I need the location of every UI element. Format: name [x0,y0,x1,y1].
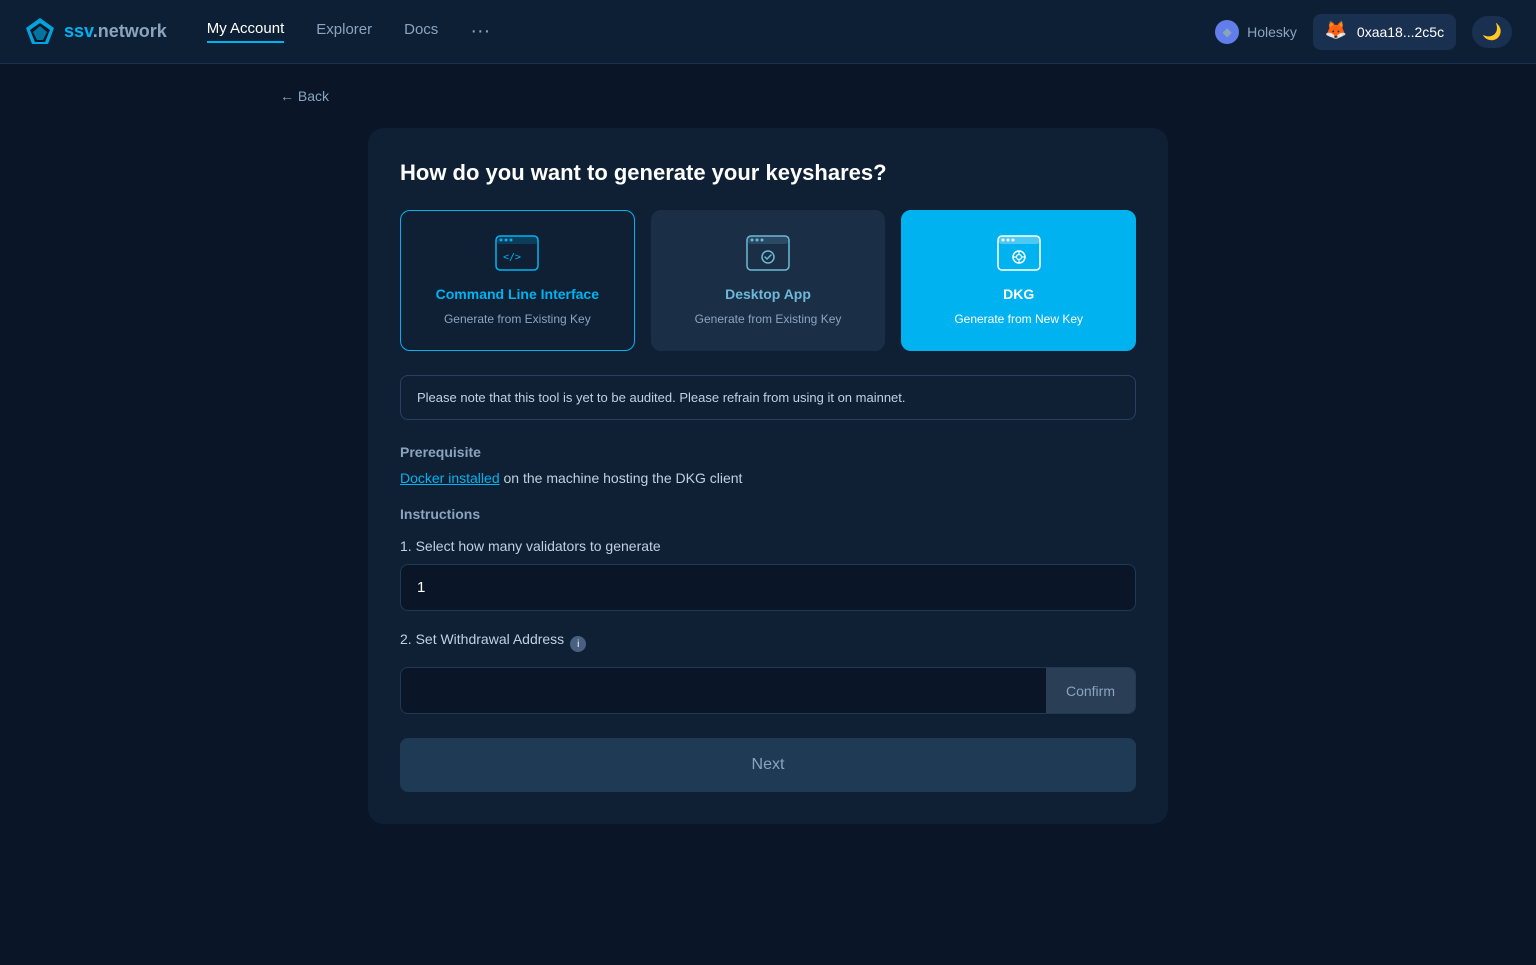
instructions-label: Instructions [400,506,1136,522]
desktop-title: Desktop App [725,286,811,302]
confirm-button[interactable]: Confirm [1046,668,1135,713]
prerequisite-suffix: on the machine hosting the DKG client [500,470,743,486]
svg-text:</>: </> [503,252,521,263]
option-dkg[interactable]: DKG Generate from New Key [901,210,1136,351]
prerequisite-label: Prerequisite [400,444,1136,460]
confirm-row: Confirm [400,667,1136,714]
dkg-subtitle: Generate from New Key [954,312,1083,326]
page: ← Back How do you want to generate your … [0,64,1536,848]
warning-text: Please note that this tool is yet to be … [417,390,906,405]
back-link[interactable]: ← Back [280,88,329,104]
nav-links: My Account Explorer Docs ··· [207,20,1215,43]
network-label: Holesky [1247,24,1297,40]
nav-right: ◆ Holesky 🦊 0xaa18...2c5c 🌙 [1215,14,1512,50]
next-button[interactable]: Next [400,738,1136,792]
dkg-icon [997,235,1041,276]
cli-title: Command Line Interface [436,286,599,302]
eth-icon: ◆ [1215,20,1239,44]
logo[interactable]: ssv.network [24,16,167,48]
wallet-badge[interactable]: 🦊 0xaa18...2c5c [1313,14,1456,50]
options-row: </> Command Line Interface Generate from… [400,210,1136,351]
logo-icon [24,16,56,48]
prerequisite-text: Docker installed on the machine hosting … [400,470,1136,486]
cli-icon: </> [495,235,539,276]
network-badge[interactable]: ◆ Holesky [1215,20,1297,44]
option-desktop[interactable]: Desktop App Generate from Existing Key [651,210,886,351]
nav-my-account[interactable]: My Account [207,20,285,43]
nav-more[interactable]: ··· [470,20,490,43]
info-icon[interactable]: i [570,636,586,652]
card-title: How do you want to generate your keyshar… [400,160,1136,186]
desktop-subtitle: Generate from Existing Key [695,312,842,326]
option-cli[interactable]: </> Command Line Interface Generate from… [400,210,635,351]
docker-link[interactable]: Docker installed [400,470,500,486]
navbar: ssv.network My Account Explorer Docs ···… [0,0,1536,64]
theme-toggle[interactable]: 🌙 [1472,16,1512,48]
logo-text: ssv.network [64,21,167,42]
wallet-address: 0xaa18...2c5c [1357,24,1444,40]
cli-subtitle: Generate from Existing Key [444,312,591,326]
withdrawal-input[interactable] [401,668,1046,713]
step2-row: 2. Set Withdrawal Address i [400,631,1136,657]
warning-box: Please note that this tool is yet to be … [400,375,1136,420]
metamask-icon: 🦊 [1325,20,1349,44]
desktop-icon [746,235,790,276]
main-card: How do you want to generate your keyshar… [368,128,1168,824]
step1-label: 1. Select how many validators to generat… [400,538,1136,554]
nav-explorer[interactable]: Explorer [316,21,372,42]
dkg-title: DKG [1003,286,1034,302]
step2-label: 2. Set Withdrawal Address [400,631,564,647]
nav-docs[interactable]: Docs [404,21,438,42]
validators-input[interactable] [400,564,1136,611]
